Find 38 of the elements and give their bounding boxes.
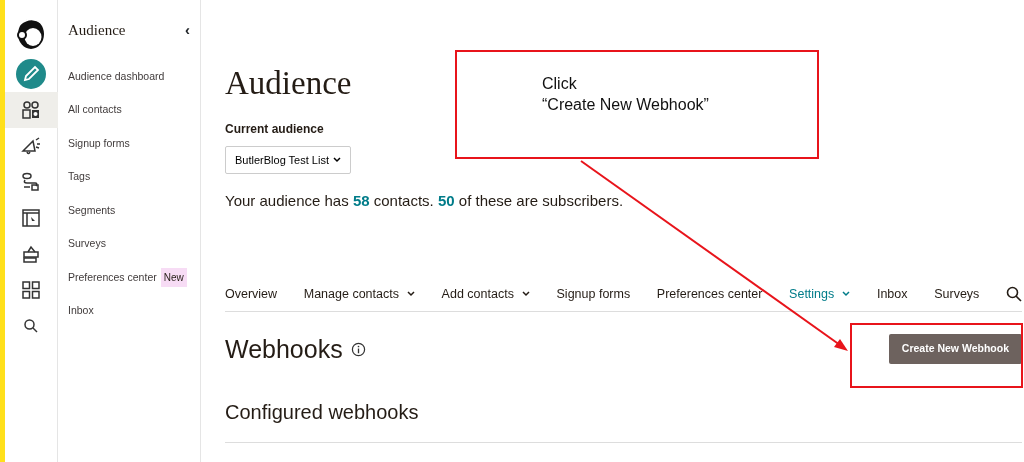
field-label: Current audience — [225, 120, 325, 138]
sidebar-item[interactable]: Preferences center — [68, 261, 157, 295]
nav-tab[interactable]: Preferences center — [656, 284, 763, 304]
nav-tab[interactable]: Settings — [789, 284, 851, 304]
sidebar-item[interactable]: Segments — [68, 194, 116, 228]
nav-tab[interactable]: Surveys — [934, 284, 980, 304]
new-badge: New — [160, 268, 187, 288]
search-icon[interactable] — [23, 318, 39, 334]
nav-tab[interactable]: Manage contacts — [303, 284, 415, 304]
search-icon[interactable] — [1006, 285, 1022, 302]
stack-icon[interactable] — [21, 244, 41, 264]
sidebar-title: Audience — [68, 20, 126, 40]
page-title: Audience — [225, 64, 352, 103]
sidebar-item[interactable]: Surveys — [68, 227, 106, 261]
create-icon[interactable] — [16, 59, 46, 89]
megaphone-icon[interactable] — [21, 136, 41, 156]
callout-text: Click “Create New Webhook” — [542, 73, 709, 115]
nav-tab[interactable]: Overview — [225, 284, 278, 304]
audience-icon[interactable] — [21, 100, 41, 120]
subsection-title: Configured webhooks — [225, 400, 420, 425]
nav-tab[interactable]: Signup forms — [556, 284, 631, 304]
flow-icon[interactable] — [21, 172, 41, 192]
info-icon[interactable] — [350, 341, 366, 357]
create-webhook-button[interactable]: Create New Webhook — [888, 334, 1022, 365]
section-title: Webhooks — [225, 334, 343, 365]
layout-icon[interactable] — [21, 208, 41, 228]
nav-tab[interactable]: Add contacts — [441, 284, 530, 304]
nav-tab[interactable]: Inbox — [876, 284, 908, 304]
audience-select[interactable]: ButlerBlog Test List — [225, 145, 351, 175]
sidebar-item[interactable]: Tags — [68, 160, 91, 194]
sidebar-item[interactable]: All contacts — [68, 93, 122, 127]
sidebar-item[interactable]: Audience dashboard — [68, 60, 165, 94]
audience-summary: Your audience has 58 contacts. 50 of these are subscribers. — [225, 191, 625, 212]
sidebar-item[interactable]: Inbox — [68, 294, 94, 328]
sidebar-item[interactable]: Signup forms — [68, 127, 130, 161]
grid-icon[interactable] — [22, 281, 40, 299]
collapse-button[interactable]: ‹ — [185, 18, 190, 42]
caret-icon — [332, 156, 341, 163]
